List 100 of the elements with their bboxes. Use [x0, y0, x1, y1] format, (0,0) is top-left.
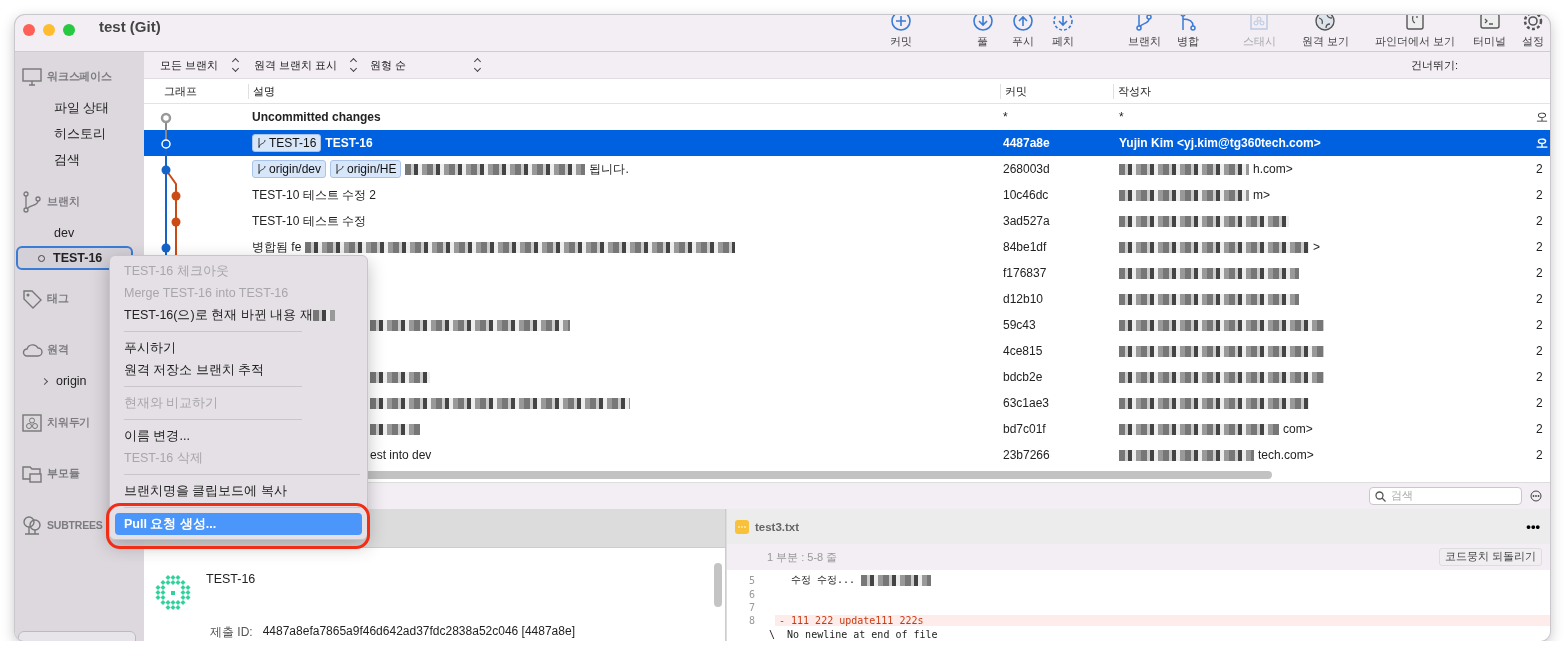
filter-dropdown[interactable]: 모든 브랜치: [160, 57, 238, 73]
settings-icon: [1522, 15, 1544, 32]
toolbar-button[interactable]: 터미널: [1469, 15, 1510, 49]
globe-icon: [1314, 15, 1337, 32]
date-text: 2: [1536, 292, 1544, 306]
column-header: 작성자: [1113, 83, 1550, 99]
commit-hash: *: [1002, 110, 1009, 124]
commit-dot: [171, 217, 181, 227]
monitor-icon: [21, 66, 43, 88]
commit-row[interactable]: TEST-10 테스트 수정 3ad527a 2: [144, 208, 1550, 234]
stash-icon: [1248, 15, 1271, 32]
scrollbar[interactable]: [714, 563, 722, 607]
commit-subject: TEST-16: [206, 572, 256, 588]
commit-hash: bdcb2e: [1002, 370, 1044, 384]
commit-message: 됩니다.: [589, 160, 629, 178]
more-button[interactable]: •••: [1526, 519, 1540, 534]
revert-hunk-button[interactable]: 코드뭉치 되돌리기: [1439, 548, 1542, 566]
pixelated-text: [370, 371, 430, 383]
toolbar-button[interactable]: 파인더에서 보기: [1370, 15, 1459, 49]
filter-dropdown[interactable]: 원격 브랜치 표시: [254, 57, 354, 73]
toolbar-button[interactable]: 푸시: [1007, 15, 1038, 49]
branch-tag[interactable]: TEST-16: [252, 134, 322, 152]
sidebar-item[interactable]: dev: [15, 220, 144, 246]
date-text: 2: [1536, 344, 1544, 358]
line-number: 5: [747, 574, 756, 586]
commit-row[interactable]: Uncommitted changes * * 오: [144, 104, 1550, 130]
close-button[interactable]: [23, 24, 35, 36]
date-text: 2: [1536, 266, 1544, 280]
download-icon: [1051, 15, 1074, 32]
toolbar-button[interactable]: 병합: [1172, 15, 1203, 49]
field-label: 제출 ID:: [210, 624, 253, 641]
tree-icon: [21, 514, 43, 536]
toolbar-button[interactable]: 페치: [1047, 15, 1078, 49]
zoom-button[interactable]: [63, 24, 75, 36]
pixelated-text: [312, 309, 335, 321]
commit-hash: 23b7266: [1002, 448, 1051, 462]
section-header: 원격: [47, 343, 69, 357]
branch-tag[interactable]: origin/dev: [252, 160, 327, 178]
menu-item[interactable]: 푸시하기: [115, 337, 362, 359]
commit-dot: [171, 191, 181, 201]
folders-icon: [21, 463, 43, 485]
section-header: 브랜치: [47, 195, 80, 209]
code-line: 수정 수정...: [790, 574, 856, 586]
date-text: 2: [1536, 214, 1544, 228]
commit-hash: 4487a8e: [1002, 136, 1051, 150]
branch-icon: [335, 163, 346, 175]
date-text: 2: [1536, 396, 1544, 410]
commit-message: TEST-10 테스트 수정 2: [252, 186, 377, 204]
menu-item[interactable]: 브랜치명을 클립보드에 복사: [115, 480, 362, 502]
jump-label: 건너뛰기:: [1410, 57, 1458, 73]
commit-hash: 63c1ae3: [1002, 396, 1051, 410]
commit-dot: [161, 165, 171, 175]
date-text: 오: [1536, 134, 1549, 152]
date-text: 2: [1536, 240, 1544, 254]
pixelated-text: [370, 423, 420, 435]
pixelated-text: [861, 574, 932, 586]
commit-id: 4487a8efa7865a9f46d642ad37fdc2838a52c046 [4487a8e]: [262, 624, 575, 640]
author-text: com>: [1283, 422, 1313, 436]
toolbar-button[interactable]: 설정: [1518, 15, 1548, 49]
identicon-icon: [154, 574, 192, 612]
date-text: 2: [1536, 422, 1544, 436]
stash-icon: [21, 412, 43, 434]
tag-icon: [21, 288, 43, 310]
line-number: 7: [747, 602, 756, 614]
section-header: 치워두기: [47, 416, 91, 430]
commit-row[interactable]: 병합됨 fe 84be1df > 2: [144, 234, 1550, 260]
author-text: >: [1313, 240, 1320, 254]
sidebar-item[interactable]: 검색: [15, 147, 144, 173]
commit-hash: f176837: [1002, 266, 1048, 280]
sidebar-item[interactable]: 히스토리: [15, 121, 144, 147]
toolbar-button[interactable]: 커밋: [885, 15, 916, 49]
menu-item[interactable]: 원격 저장소 브랜치 추적: [115, 359, 362, 381]
sidebar-item[interactable]: 파일 상태: [15, 95, 144, 121]
search-icon: [1375, 490, 1386, 502]
commit-row[interactable]: origin/dev origin/HE 됩니다. 268003d h.com> 2: [144, 156, 1550, 182]
commit-message: TEST-10 테스트 수정: [252, 212, 367, 230]
window-title: test (Git): [99, 18, 161, 35]
author-text: Yujin Kim <yj.kim@tg360tech.com>: [1119, 136, 1321, 150]
commit-hash: 10c46dc: [1002, 188, 1050, 202]
column-header: 그래프: [163, 83, 198, 99]
toolbar-button[interactable]: 풀: [967, 15, 998, 49]
commit-row[interactable]: TEST-10 테스트 수정 2 10c46dc m> 2: [144, 182, 1550, 208]
commit-row[interactable]: TEST-16 TEST-16 4487a8e Yujin Kim <yj.kim@tg360tech.com> 오: [144, 130, 1550, 156]
commit-message: 병합됨 fe: [252, 238, 302, 256]
line-number: 8: [747, 615, 756, 627]
minimize-button[interactable]: [43, 24, 55, 36]
filter-dropdown[interactable]: 원형 순: [370, 57, 480, 73]
commit-dot: [161, 243, 171, 253]
code-line: \ No newline at end of file: [768, 628, 938, 640]
commit-message: TEST-16: [325, 136, 373, 150]
more-options-icon[interactable]: [1530, 490, 1542, 502]
menu-item[interactable]: TEST-16(으)로 현재 바뀐 내용 재: [115, 304, 362, 326]
commit-hash: 84be1df: [1002, 240, 1048, 254]
toolbar-button[interactable]: 브랜치: [1123, 15, 1165, 49]
toolbar-button[interactable]: 원격 보기: [1297, 15, 1353, 49]
date-text: 2: [1536, 318, 1544, 332]
branch-tag[interactable]: origin/HE: [330, 160, 402, 178]
branch-icon: [257, 163, 267, 175]
menu-item[interactable]: 이름 변경...: [115, 425, 362, 447]
commit-hash: 59c43: [1002, 318, 1037, 332]
